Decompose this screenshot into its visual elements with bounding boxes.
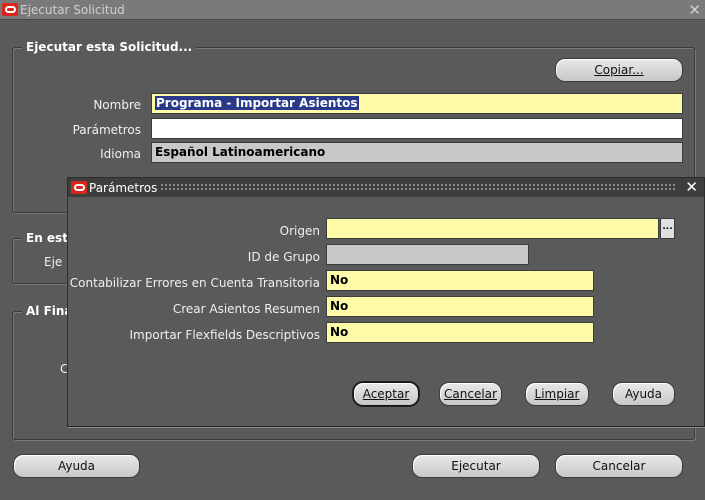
origin-label: Origen — [279, 224, 320, 238]
request-group-title: Ejecutar esta Solicitud... — [22, 40, 197, 54]
close-icon[interactable]: ✕ — [685, 178, 698, 197]
dialog-help-button[interactable]: Ayuda — [612, 382, 675, 406]
cancel-button[interactable]: Cancelar — [555, 454, 683, 478]
name-label: Nombre — [93, 98, 141, 112]
parameters-dialog: Parámetros ✕ Origen ... ID de Grupo Cont… — [67, 177, 705, 427]
summary-journals-field[interactable]: No — [326, 296, 594, 317]
list-of-values-button[interactable]: ... — [660, 218, 675, 239]
clear-button[interactable]: Limpiar — [525, 382, 589, 406]
language-field: Español Latinoamericano — [151, 142, 683, 163]
post-errors-field[interactable]: No — [326, 270, 594, 291]
help-button[interactable]: Ayuda — [13, 454, 140, 478]
parameters-label: Parámetros — [72, 123, 141, 137]
import-dff-label: Importar Flexfields Descriptivos — [129, 328, 321, 342]
schedule-label: Eje — [44, 255, 63, 269]
schedule-group-title: En est — [22, 231, 72, 245]
dialog-cancel-button[interactable]: Cancelar — [439, 382, 502, 406]
title-grip — [160, 183, 676, 192]
accept-button[interactable]: Aceptar — [353, 382, 419, 406]
parameters-field[interactable] — [151, 118, 683, 139]
language-label: Idioma — [100, 147, 141, 161]
oracle-logo-icon — [2, 3, 18, 16]
window-title-bar: Ejecutar Solicitud ✕ — [0, 0, 705, 20]
origin-field[interactable] — [326, 218, 659, 239]
import-dff-field[interactable]: No — [326, 322, 594, 343]
execute-button[interactable]: Ejecutar — [412, 454, 540, 478]
copy-button[interactable]: Copiar... — [555, 58, 683, 82]
group-id-field[interactable] — [326, 244, 529, 265]
dialog-title: Parámetros — [89, 181, 158, 195]
group-id-label: ID de Grupo — [247, 250, 320, 264]
program-name-field[interactable]: Programa - Importar Asientos — [151, 93, 683, 114]
post-errors-label: Contabilizar Errores en Cuenta Transitor… — [69, 276, 320, 290]
close-icon[interactable]: ✕ — [688, 0, 701, 20]
summary-journals-label: Crear Asientos Resumen — [172, 302, 320, 316]
dialog-title-bar[interactable]: Parámetros ✕ — [68, 178, 704, 197]
oracle-logo-icon — [71, 181, 87, 194]
window-title: Ejecutar Solicitud — [20, 3, 125, 17]
